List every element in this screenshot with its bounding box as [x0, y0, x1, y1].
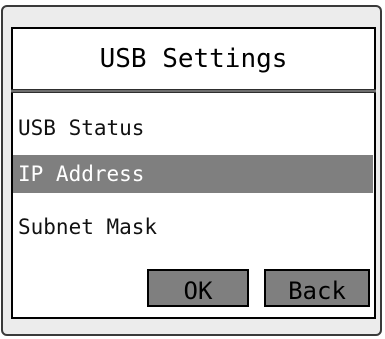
device-screen: USB Settings USB Status IP Address Subne… — [0, 0, 385, 339]
menu-item-usb-status[interactable]: USB Status — [13, 109, 374, 147]
ok-button[interactable]: OK — [147, 269, 249, 307]
title-divider — [11, 89, 376, 93]
dialog-title: USB Settings — [99, 44, 288, 74]
menu-item-ip-address[interactable]: IP Address — [13, 155, 373, 193]
back-button[interactable]: Back — [264, 269, 370, 307]
menu-item-subnet-mask[interactable]: Subnet Mask — [13, 208, 374, 246]
usb-settings-dialog: USB Settings USB Status IP Address Subne… — [11, 27, 376, 319]
